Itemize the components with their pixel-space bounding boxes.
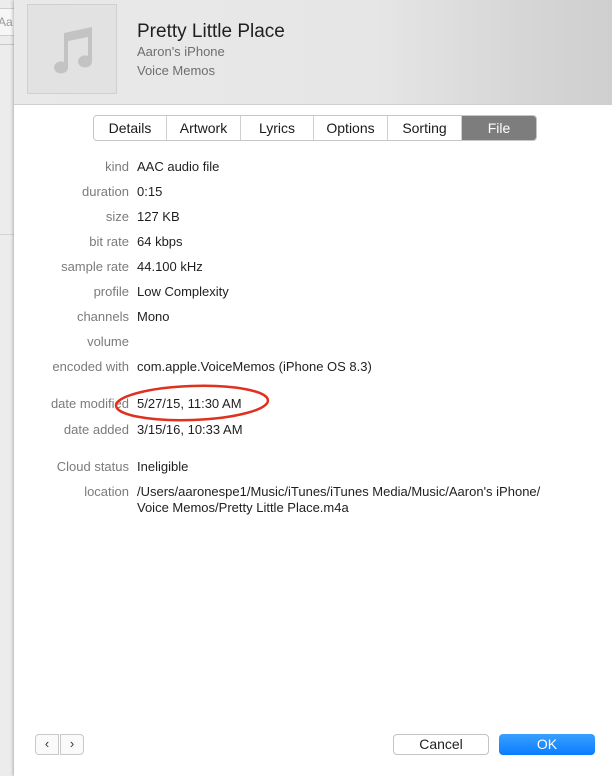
location-label: location — [84, 484, 129, 499]
device-name: Aaron's iPhone — [137, 44, 225, 59]
ok-button[interactable]: OK — [499, 734, 595, 755]
date-added-label: date added — [63, 422, 129, 437]
music-note-icon — [54, 27, 93, 74]
artwork-thumbnail — [27, 4, 117, 94]
cloud-status-label: Cloud status — [56, 459, 129, 474]
get-info-dialog: Pretty Little Place Aaron's iPhone Voice… — [14, 0, 612, 776]
tab-options[interactable]: Options — [314, 116, 388, 140]
date-added-value: 3/15/16, 10:33 AM — [137, 422, 243, 437]
tab-artwork[interactable]: Artwork — [167, 116, 241, 140]
tab-sorting[interactable]: Sorting — [388, 116, 462, 140]
bit-rate-value: 64 kbps — [137, 234, 183, 249]
album-name: Voice Memos — [137, 63, 216, 78]
background-search-text: Aa — [0, 15, 13, 29]
chevron-right-icon: › — [69, 736, 75, 751]
dialog-header: Pretty Little Place Aaron's iPhone Voice… — [14, 0, 612, 105]
encoded-with-label: encoded with — [52, 359, 129, 374]
tab-lyrics[interactable]: Lyrics — [241, 116, 314, 140]
bit-rate-label: bit rate — [89, 234, 129, 249]
channels-value: Mono — [137, 309, 170, 324]
tab-file[interactable]: File — [462, 116, 536, 140]
track-title: Pretty Little Place — [137, 21, 285, 42]
next-item-button[interactable]: › — [60, 734, 84, 755]
cloud-status-value: Ineligible — [137, 459, 189, 474]
annotation-circle — [114, 384, 270, 422]
profile-label: profile — [93, 284, 129, 299]
cancel-button[interactable]: Cancel — [393, 734, 489, 755]
channels-label: channels — [76, 309, 129, 324]
duration-label: duration — [82, 184, 129, 199]
kind-label: kind — [105, 159, 129, 174]
encoded-with-value: com.apple.VoiceMemos (iPhone OS 8.3) — [137, 359, 372, 374]
location-value-line2: Voice Memos/Pretty Little Place.m4a — [137, 500, 349, 515]
size-value: 127 KB — [137, 209, 180, 224]
sample-rate-label: sample rate — [61, 259, 129, 274]
size-label: size — [105, 209, 129, 224]
volume-label: volume — [87, 334, 129, 349]
duration-value: 0:15 — [137, 184, 163, 199]
chevron-left-icon: ‹ — [44, 736, 50, 751]
tab-details[interactable]: Details — [94, 116, 167, 140]
kind-value: AAC audio file — [137, 159, 220, 174]
profile-value: Low Complexity — [137, 284, 229, 299]
sample-rate-value: 44.100 kHz — [137, 259, 203, 274]
info-tab-bar: Details Artwork Lyrics Options Sorting F… — [93, 115, 537, 141]
previous-item-button[interactable]: ‹ — [35, 734, 59, 755]
location-value-line1: /Users/aaronespe1/Music/iTunes/iTunes Me… — [137, 484, 541, 499]
